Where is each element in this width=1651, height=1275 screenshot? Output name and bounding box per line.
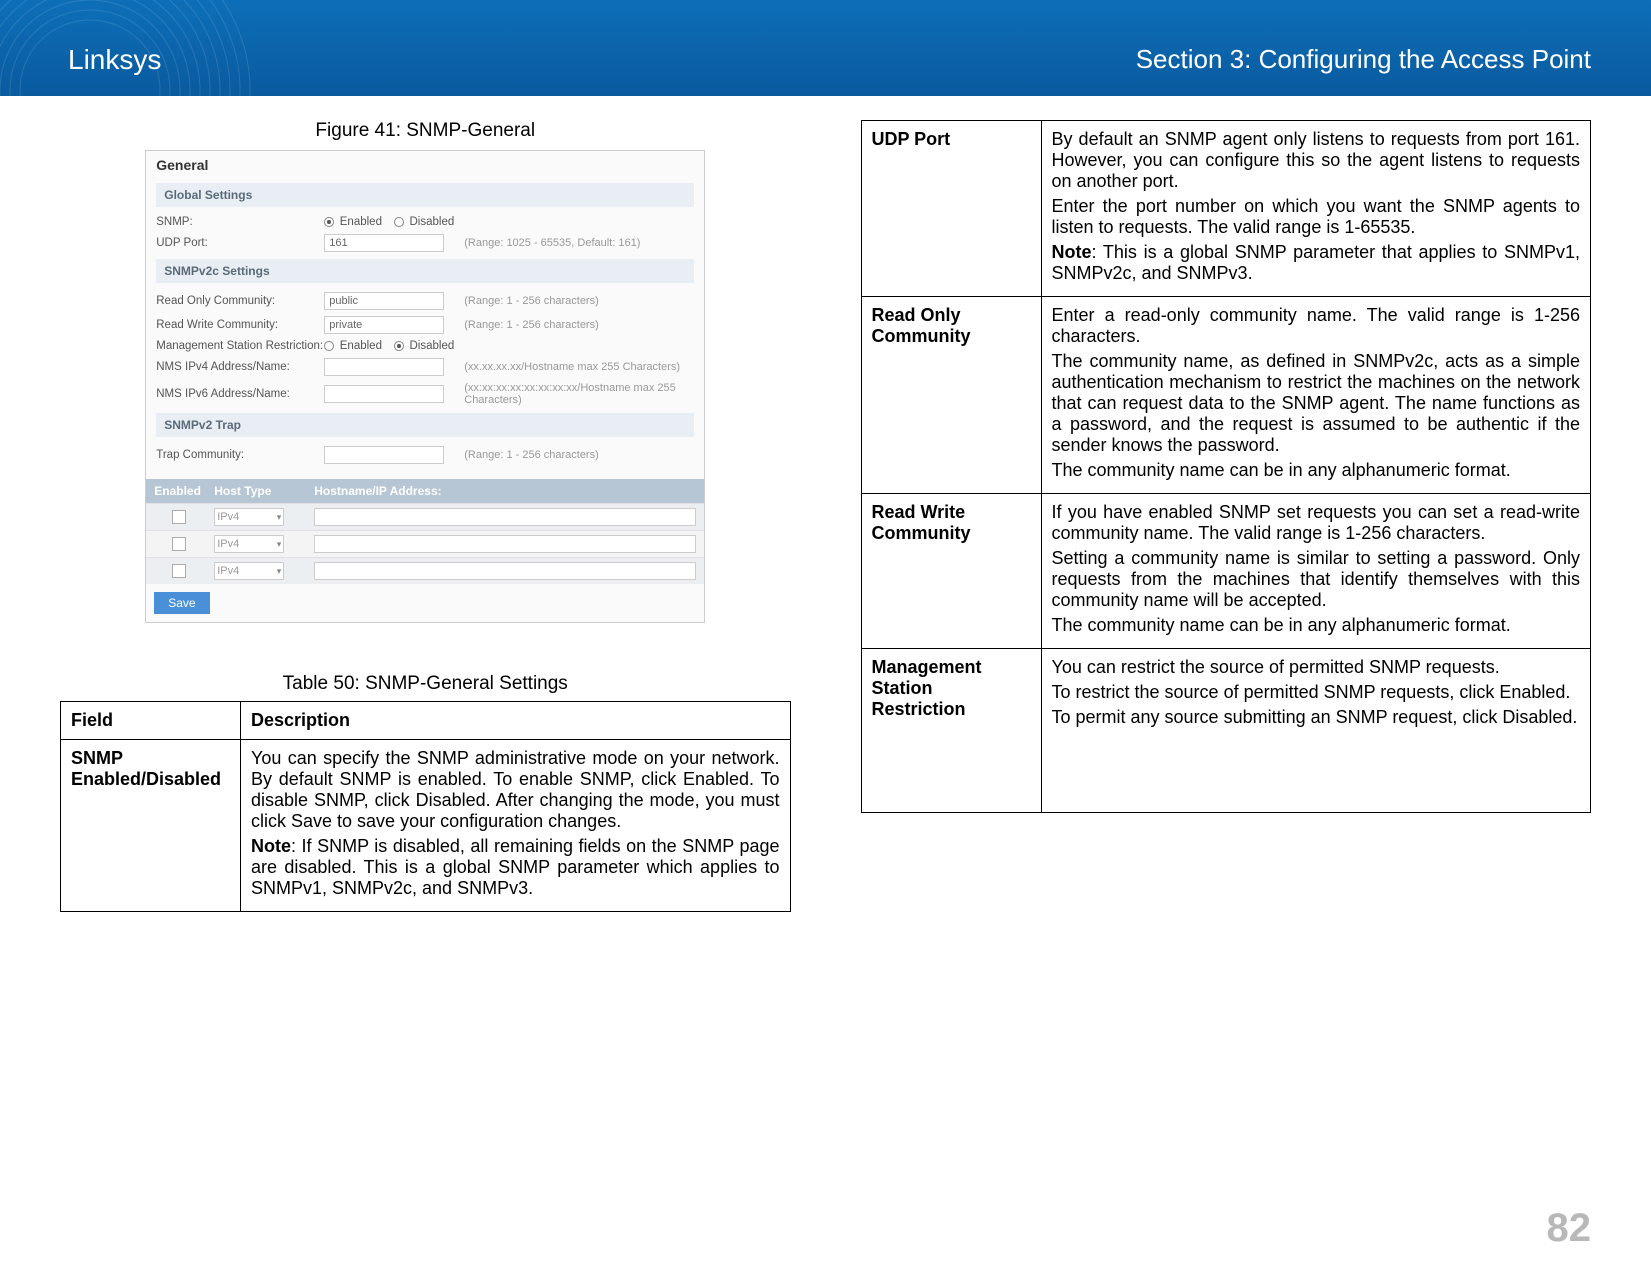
trap-row-host-input[interactable] (314, 508, 696, 526)
desc-p: By default an SNMP agent only listens to… (1052, 129, 1581, 192)
trap-row-select[interactable]: IPv4▾ (214, 562, 284, 580)
snmp-disabled-radio[interactable] (394, 217, 404, 227)
desc-p: If you have enabled SNMP set requests yo… (1052, 502, 1581, 544)
field-cell: Management Station Restriction (861, 649, 1041, 813)
th-hostname: Hostname/IP Address: (314, 484, 696, 498)
trap-table-header: Enabled Host Type Hostname/IP Address: (146, 479, 704, 503)
rw-community-label: Read Write Community: (156, 319, 324, 331)
settings-table-left: Field Description SNMP Enabled/Disabled … (60, 701, 791, 912)
page-number: 82 (1547, 1206, 1592, 1251)
page-header: Linksys Section 3: Configuring the Acces… (0, 0, 1651, 96)
field-cell: SNMP Enabled/Disabled (61, 740, 241, 912)
note-label: Note (1052, 242, 1092, 262)
section-title: Section 3: Configuring the Access Point (1136, 44, 1591, 75)
brand-logo: Linksys (68, 44, 161, 76)
mgmt-disabled-radio[interactable] (394, 341, 404, 351)
snmpv2c-header: SNMPv2c Settings (156, 259, 694, 283)
desc-p: You can restrict the source of permitted… (1052, 657, 1581, 678)
chevron-down-icon: ▾ (277, 512, 282, 523)
save-button[interactable]: Save (154, 592, 209, 614)
ro-community-input[interactable] (324, 292, 444, 310)
chevron-down-icon: ▾ (277, 539, 282, 550)
rw-community-input[interactable] (324, 316, 444, 334)
desc-p: The community name can be in any alphanu… (1052, 615, 1581, 636)
table-row: Management Station Restriction You can r… (861, 649, 1591, 813)
trap-community-label: Trap Community: (156, 449, 324, 461)
desc-cell: By default an SNMP agent only listens to… (1041, 121, 1591, 297)
mgmt-enabled-radio[interactable] (324, 341, 334, 351)
desc-p: You can specify the SNMP administrative … (251, 748, 780, 832)
th-field: Field (61, 702, 241, 740)
udp-port-input[interactable] (324, 234, 444, 252)
snmp-label: SNMP: (156, 216, 324, 228)
screenshot-title: General (146, 151, 704, 177)
field-cell: Read Write Community (861, 494, 1041, 649)
snmp-disabled-text: Disabled (410, 216, 455, 228)
mgmt-restrict-label: Management Station Restriction: (156, 340, 324, 352)
field-cell: UDP Port (861, 121, 1041, 297)
settings-table-right: UDP Port By default an SNMP agent only l… (861, 120, 1592, 813)
trap-header: SNMPv2 Trap (156, 413, 694, 437)
left-column: Figure 41: SNMP-General General Global S… (60, 110, 791, 1215)
ro-community-hint: (Range: 1 - 256 characters) (464, 295, 599, 307)
ipv6-label: NMS IPv6 Address/Name: (156, 388, 324, 400)
udp-port-label: UDP Port: (156, 237, 324, 249)
desc-p: Enter the port number on which you want … (1052, 196, 1581, 238)
global-settings-header: Global Settings (156, 183, 694, 207)
th-host-type: Host Type (214, 484, 304, 498)
ipv4-input[interactable] (324, 358, 444, 376)
rw-community-hint: (Range: 1 - 256 characters) (464, 319, 599, 331)
ipv6-input[interactable] (324, 385, 444, 403)
trap-row-checkbox[interactable] (172, 537, 186, 551)
desc-cell: You can specify the SNMP administrative … (241, 740, 791, 912)
trap-community-hint: (Range: 1 - 256 characters) (464, 449, 599, 461)
trap-row: IPv4▾ (146, 557, 704, 584)
chevron-down-icon: ▾ (277, 566, 282, 577)
trap-community-input[interactable] (324, 446, 444, 464)
snmp-screenshot: General Global Settings SNMP: Enabled Di… (145, 150, 705, 623)
th-enabled: Enabled (154, 484, 204, 498)
desc-note: Note: This is a global SNMP parameter th… (1052, 242, 1581, 284)
ro-community-label: Read Only Community: (156, 295, 324, 307)
table-row: Read Write Community If you have enabled… (861, 494, 1591, 649)
ipv6-hint: (xx:xx:xx:xx:xx:xx:xx:xx/Hostname max 25… (464, 382, 694, 406)
snmp-enabled-text: Enabled (340, 216, 382, 228)
desc-cell: If you have enabled SNMP set requests yo… (1041, 494, 1591, 649)
trap-row-host-input[interactable] (314, 562, 696, 580)
ipv4-label: NMS IPv4 Address/Name: (156, 361, 324, 373)
table-row: SNMP Enabled/Disabled You can specify th… (61, 740, 791, 912)
trap-row-select[interactable]: IPv4▾ (214, 508, 284, 526)
note-label: Note (251, 836, 291, 856)
trap-row-checkbox[interactable] (172, 564, 186, 578)
trap-row-host-input[interactable] (314, 535, 696, 553)
ipv4-hint: (xx.xx.xx.xx/Hostname max 255 Characters… (464, 361, 680, 373)
table-row: Read Only Community Enter a read-only co… (861, 297, 1591, 494)
note-text: : This is a global SNMP parameter that a… (1052, 242, 1581, 283)
desc-cell: Enter a read-only community name. The va… (1041, 297, 1591, 494)
udp-port-hint: (Range: 1025 - 65535, Default: 161) (464, 237, 640, 249)
desc-p: To permit any source submitting an SNMP … (1052, 707, 1581, 728)
mgmt-disabled-text: Disabled (410, 340, 455, 352)
mgmt-enabled-text: Enabled (340, 340, 382, 352)
page-content: Figure 41: SNMP-General General Global S… (60, 110, 1591, 1215)
desc-p: To restrict the source of permitted SNMP… (1052, 682, 1581, 703)
snmp-enabled-radio[interactable] (324, 217, 334, 227)
table-caption-left: Table 50: SNMP-General Settings (60, 673, 791, 695)
desc-cell: You can restrict the source of permitted… (1041, 649, 1591, 813)
desc-note: Note: If SNMP is disabled, all remaining… (251, 836, 780, 899)
field-cell: Read Only Community (861, 297, 1041, 494)
trap-row: IPv4▾ (146, 530, 704, 557)
note-text: : If SNMP is disabled, all remaining fie… (251, 836, 780, 898)
figure-caption: Figure 41: SNMP-General (60, 120, 791, 142)
table-row: UDP Port By default an SNMP agent only l… (861, 121, 1591, 297)
th-description: Description (241, 702, 791, 740)
desc-p: The community name, as defined in SNMPv2… (1052, 351, 1581, 456)
desc-p: Enter a read-only community name. The va… (1052, 305, 1581, 347)
trap-row-select[interactable]: IPv4▾ (214, 535, 284, 553)
desc-p: Setting a community name is similar to s… (1052, 548, 1581, 611)
trap-row-checkbox[interactable] (172, 510, 186, 524)
trap-row: IPv4▾ (146, 503, 704, 530)
desc-p: The community name can be in any alphanu… (1052, 460, 1581, 481)
right-column: UDP Port By default an SNMP agent only l… (861, 110, 1592, 1215)
